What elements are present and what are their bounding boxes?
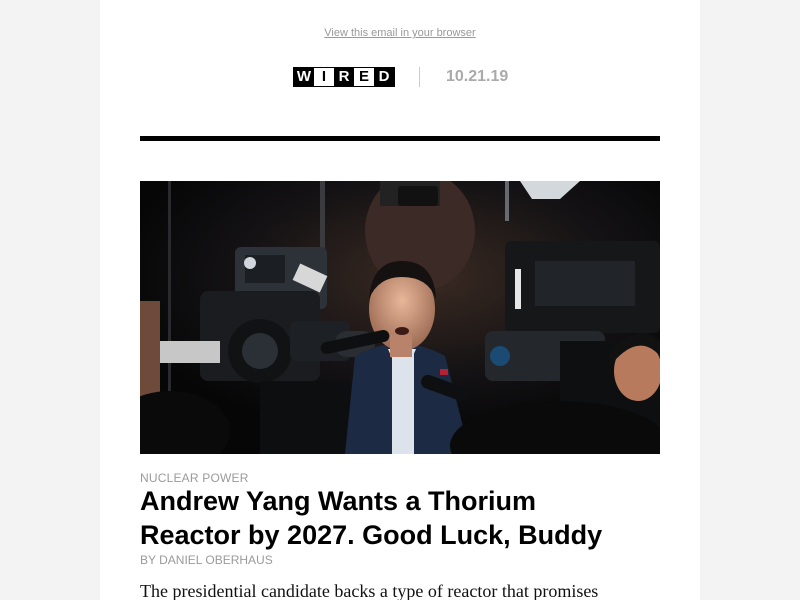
- email-body: View this email in your browser W I R E …: [100, 0, 700, 600]
- wired-logo[interactable]: W I R E D: [293, 67, 395, 87]
- headline-line-2: Reactor by 2027. Good Luck, Buddy: [140, 520, 603, 550]
- logo-letter-w: W: [294, 68, 314, 86]
- masthead-divider: [419, 67, 420, 87]
- hero-image[interactable]: [140, 181, 660, 454]
- view-in-browser-link[interactable]: View this email in your browser: [100, 27, 700, 39]
- article-kicker[interactable]: NUCLEAR POWER: [140, 471, 249, 485]
- logo-letter-r: R: [334, 68, 354, 86]
- headline-line-1: Andrew Yang Wants a Thorium: [140, 486, 537, 516]
- article-byline: BY DANIEL OBERHAUS: [140, 553, 273, 567]
- masthead: W I R E D 10.21.19: [293, 66, 508, 88]
- logo-letter-i: I: [314, 68, 334, 86]
- logo-letter-d: D: [374, 68, 394, 86]
- article-dek: The presidential candidate backs a type …: [140, 581, 599, 600]
- article-headline[interactable]: Andrew Yang Wants a Thorium Reactor by 2…: [140, 484, 660, 552]
- header-rule: [140, 136, 660, 141]
- issue-date: 10.21.19: [446, 68, 509, 85]
- logo-letter-e: E: [354, 68, 374, 86]
- hero-photo-illustration: [140, 181, 660, 454]
